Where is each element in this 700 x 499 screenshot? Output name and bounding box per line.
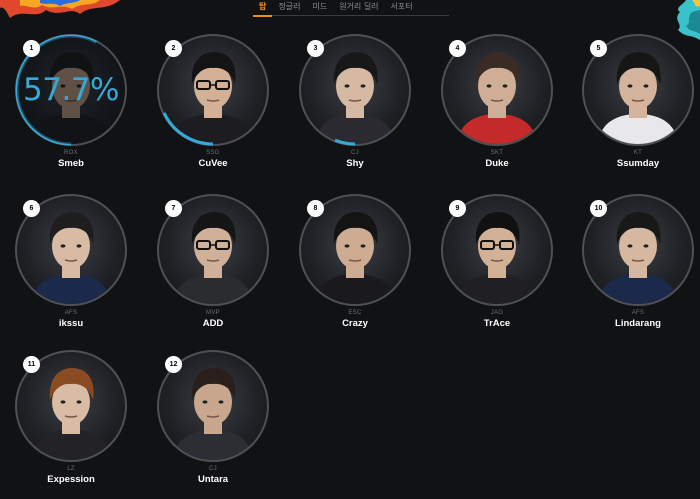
player-avatar[interactable]: 57.7% 1 [15,34,127,146]
rank-badge: 9 [449,200,466,217]
tab-top[interactable]: 탑 [253,0,273,17]
team-label: CJ [351,150,359,156]
team-label: KT [633,150,643,156]
tab-support[interactable]: 서포터 [385,0,419,15]
rank-badge: 10 [590,200,607,217]
player-card[interactable]: 7 MVP ADD [156,194,270,334]
player-card[interactable]: 4 SKT Duke [440,34,554,174]
player-avatar[interactable]: 4 [441,34,553,146]
player-card[interactable]: 3 CJ Shy [298,34,412,174]
team-label: LZ [67,466,75,472]
rank-badge: 4 [449,40,466,57]
player-name[interactable]: Lindarang [581,318,695,329]
player-avatar[interactable]: 11 [15,350,127,462]
player-avatar[interactable]: 12 [157,350,269,462]
rank-badge: 12 [165,356,182,373]
team-label: CJ [209,466,217,472]
player-avatar[interactable]: 5 [582,34,694,146]
player-name[interactable]: Untara [156,474,270,485]
rank-badge: 3 [307,40,324,57]
player-avatar[interactable]: 2 [157,34,269,146]
player-card[interactable]: 5 KT Ssumday [581,34,695,174]
player-name[interactable]: ikssu [14,318,128,329]
player-avatar[interactable]: 7 [157,194,269,306]
player-card[interactable]: 12 CJ Untara [156,350,270,490]
player-card[interactable]: 6 AFS ikssu [14,194,128,334]
player-name[interactable]: Ssumday [581,158,695,169]
team-label: AFS [631,310,645,316]
player-avatar[interactable]: 8 [299,194,411,306]
player-name[interactable]: ADD [156,318,270,329]
player-card[interactable]: 57.7% 1 ROX Smeb [14,34,128,174]
team-label: ESC [348,310,362,316]
team-label: ROX [64,150,78,156]
player-name[interactable]: TrAce [440,318,554,329]
player-card[interactable]: 10 AFS Lindarang [581,194,695,334]
rank-badge: 6 [23,200,40,217]
player-avatar[interactable]: 10 [582,194,694,306]
player-name[interactable]: CuVee [156,158,270,169]
team-label: AFS [64,310,78,316]
player-name[interactable]: Expession [14,474,128,485]
rank-badge: 1 [23,40,40,57]
top-laner-rankings-page: 탑 정글러 미드 원거리 딜러 서포터 57.7% 1 ROX Smeb 2 SSG CuVee 3 C… [0,0,700,499]
rank-badge: 5 [590,40,607,57]
player-name[interactable]: Crazy [298,318,412,329]
team-label: MVP [206,310,220,316]
tab-adc[interactable]: 원거리 딜러 [333,0,384,15]
rank-badge: 7 [165,200,182,217]
team-label: SSG [206,150,220,156]
player-card[interactable]: 9 JAG TrAce [440,194,554,334]
tab-jungle[interactable]: 정글러 [272,0,306,15]
player-card[interactable]: 11 LZ Expession [14,350,128,490]
player-avatar[interactable]: 9 [441,194,553,306]
player-avatar[interactable]: 6 [15,194,127,306]
tab-mid[interactable]: 미드 [306,0,333,15]
rank-badge: 2 [165,40,182,57]
rank-badge: 11 [23,356,40,373]
player-avatar[interactable]: 3 [299,34,411,146]
player-name[interactable]: Smeb [14,158,128,169]
position-tabs: 탑 정글러 미드 원거리 딜러 서포터 [253,0,449,17]
player-card[interactable]: 2 SSG CuVee [156,34,270,174]
player-card[interactable]: 8 ESC Crazy [298,194,412,334]
rank-badge: 8 [307,200,324,217]
team-label: JAG [490,310,504,316]
player-name[interactable]: Duke [440,158,554,169]
flame-decoration [0,0,120,18]
team-label: SKT [490,150,504,156]
player-name[interactable]: Shy [298,158,412,169]
